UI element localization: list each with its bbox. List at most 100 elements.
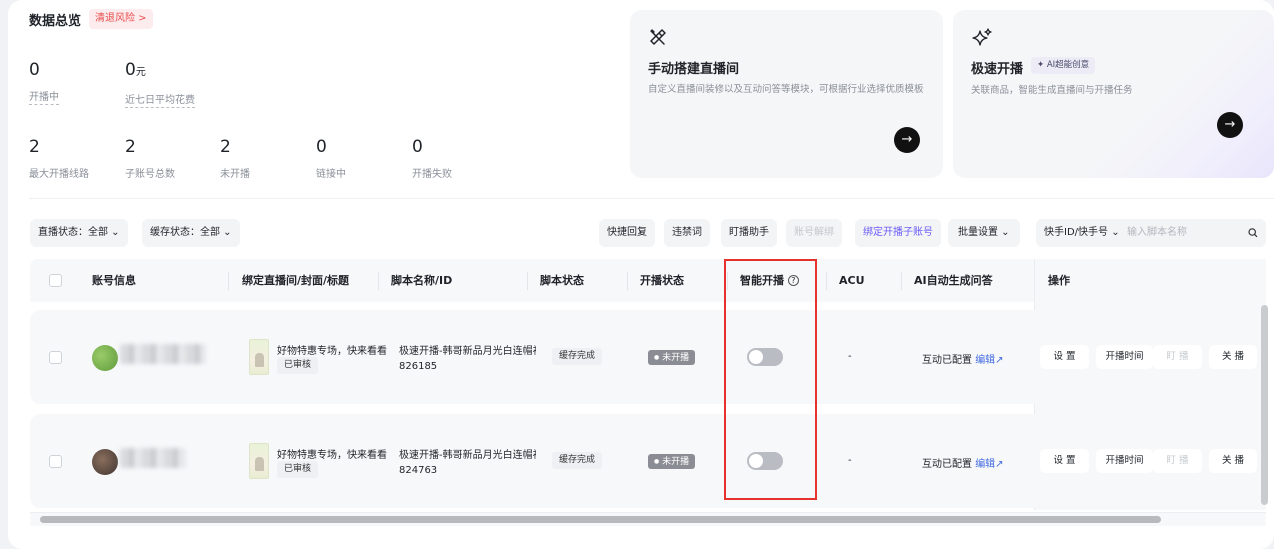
overview-title: 数据总览 <box>29 14 82 29</box>
account-name-blurred <box>120 344 206 364</box>
live-status-filter[interactable]: 直播状态：全部 ⌄ <box>30 219 128 247</box>
col-room: 绑定直播间/封面/标题 <box>242 274 350 287</box>
search-box[interactable]: 快手ID/快手号 ⌄ 输入脚本名称 <box>1036 219 1266 247</box>
stat-avg-cost: 0元 近七日平均花费 <box>125 60 195 108</box>
settings-button[interactable]: 设 置 <box>1040 345 1089 369</box>
stat-label: 最大开播线路 <box>29 169 89 180</box>
stat-value: 2 <box>29 137 40 157</box>
live-status-badge: ● 未开播 <box>648 350 696 365</box>
account-name-blurred <box>120 448 186 468</box>
scrollbar-thumb[interactable] <box>40 516 1161 523</box>
script-id: 826185 <box>399 361 438 372</box>
quick-live-card[interactable]: 极速开播 ✦ AI超能创意 关联商品，智能生成直播间与开播任务 → <box>953 10 1274 178</box>
qa-edit-link[interactable]: 编辑↗ <box>975 355 1003 366</box>
room-title: 好物特惠专场，快来看看 <box>277 450 387 461</box>
live-status-badge: ● 未开播 <box>648 454 696 469</box>
highlight-box <box>724 259 817 500</box>
arrow-right-icon[interactable]: → <box>894 127 920 153</box>
row-checkbox[interactable] <box>49 455 62 468</box>
col-acu: ACU <box>839 274 865 287</box>
stat-failed: 0 开播失败 <box>412 137 452 180</box>
script-name: 极速开播-韩哥新品月光白连帽衫 <box>399 346 536 357</box>
search-input[interactable]: 输入脚本名称 <box>1127 219 1187 247</box>
col-account: 账号信息 <box>92 274 136 287</box>
schedule-button[interactable]: 开播时间 <box>1096 345 1153 369</box>
col-script: 脚本名称/ID <box>391 274 453 287</box>
batch-settings-dropdown[interactable]: 批量设置 ⌄ <box>948 219 1020 247</box>
stat-max-lines: 2 最大开播线路 <box>29 137 89 180</box>
room-cover-thumbnail <box>249 339 269 375</box>
stop-live-button[interactable]: 关 播 <box>1209 449 1257 473</box>
qa-edit-link[interactable]: 编辑↗ <box>975 459 1003 470</box>
stat-label[interactable]: 近七日平均花费 <box>125 91 195 108</box>
col-ai-qa: AI自动生成问答 <box>914 274 993 287</box>
stat-label: 子账号总数 <box>125 169 175 180</box>
col-script-status: 脚本状态 <box>540 274 584 287</box>
stat-label: 链接中 <box>316 169 346 180</box>
col-live-status: 开播状态 <box>640 274 684 287</box>
stat-not-live: 2 未开播 <box>220 137 250 180</box>
stat-linking: 0 链接中 <box>316 137 346 180</box>
audit-tag: 已审核 <box>277 461 319 478</box>
script-status-tag: 缓存完成 <box>552 452 603 469</box>
col-actions: 操作 <box>1048 274 1070 287</box>
assistant-button[interactable]: 盯播助手 <box>721 219 777 247</box>
stat-label: 开播失败 <box>412 169 452 180</box>
card-desc: 自定义直播间装修以及互动问答等模块，可根据行业选择优质模板 <box>648 84 924 95</box>
horizontal-scrollbar[interactable] <box>30 512 1266 526</box>
stat-sub-accounts: 2 子账号总数 <box>125 137 175 180</box>
room-title: 好物特惠专场，快来看看 <box>277 346 387 357</box>
tools-icon <box>648 27 668 47</box>
card-title: 极速开播 <box>971 62 1024 77</box>
sparkle-icon <box>971 27 992 47</box>
stat-value: 0元 <box>125 60 146 80</box>
search-type-select[interactable]: 快手ID/快手号 ⌄ <box>1044 219 1120 247</box>
stat-value: 0 <box>29 60 40 80</box>
row-checkbox[interactable] <box>49 351 62 364</box>
stat-value: 0 <box>316 137 327 157</box>
stat-label[interactable]: 开播中 <box>29 88 59 105</box>
stat-value: 2 <box>220 137 231 157</box>
schedule-button[interactable]: 开播时间 <box>1096 449 1153 473</box>
script-id: 824763 <box>399 465 438 476</box>
audit-tag: 已审核 <box>277 357 319 374</box>
manual-build-card[interactable]: 手动搭建直播间 自定义直播间装修以及互动问答等模块，可根据行业选择优质模板 → <box>630 10 943 178</box>
unbind-button[interactable]: 账号解绑 <box>786 219 842 247</box>
col-separator <box>901 272 902 290</box>
col-separator <box>627 272 628 290</box>
bind-sub-account-button[interactable]: 绑定开播子账号 <box>855 219 941 247</box>
qa-status: 互动已配置 编辑↗ <box>922 355 1004 366</box>
acu-value: - <box>848 455 852 466</box>
card-desc: 关联商品，智能生成直播间与开播任务 <box>971 85 1133 96</box>
script-name: 极速开播-韩哥新品月光白连帽衫 <box>399 450 536 461</box>
quick-reply-button[interactable]: 快捷回复 <box>599 219 655 247</box>
stat-value: 0 <box>412 137 423 157</box>
stop-live-button[interactable]: 关 播 <box>1209 345 1257 369</box>
watch-button[interactable]: 盯 播 <box>1153 345 1202 369</box>
col-separator <box>527 272 528 290</box>
qa-status: 互动已配置 编辑↗ <box>922 459 1004 470</box>
search-icon[interactable] <box>1248 219 1258 258</box>
stat-label: 未开播 <box>220 169 250 180</box>
card-title: 手动搭建直播间 <box>648 62 740 77</box>
col-separator <box>826 272 827 290</box>
stat-live-now: 0 开播中 <box>29 60 59 105</box>
ai-badge: ✦ AI超能创意 <box>1031 57 1096 74</box>
acu-value: - <box>848 351 852 362</box>
settings-button[interactable]: 设 置 <box>1040 449 1089 473</box>
cache-status-filter[interactable]: 缓存状态：全部 ⌄ <box>142 219 240 247</box>
col-separator <box>378 272 379 290</box>
divider <box>29 198 1274 199</box>
script-status-tag: 缓存完成 <box>552 348 603 365</box>
avatar <box>92 345 118 371</box>
banned-words-button[interactable]: 违禁词 <box>664 219 710 247</box>
col-separator <box>228 272 229 290</box>
select-all-checkbox[interactable] <box>49 274 62 287</box>
avatar <box>92 449 118 475</box>
vertical-scrollbar[interactable] <box>1261 305 1268 505</box>
live-dashboard: 数据总览 清退风险 > 0 开播中 0元 近七日平均花费 2 最大开播线路 2 … <box>8 0 1274 549</box>
risk-link[interactable]: 清退风险 > <box>89 9 153 29</box>
watch-button[interactable]: 盯 播 <box>1153 449 1202 473</box>
stat-value: 2 <box>125 137 136 157</box>
arrow-right-icon[interactable]: → <box>1217 112 1243 138</box>
